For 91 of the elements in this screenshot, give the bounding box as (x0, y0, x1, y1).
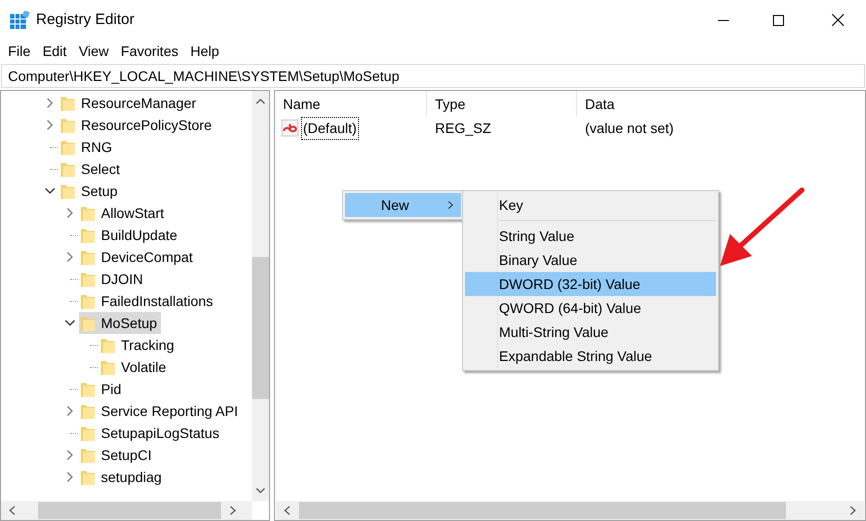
tree-item[interactable]: SetupCI (79, 444, 156, 466)
horizontal-scrollbar[interactable] (276, 501, 864, 520)
tree-item[interactable]: Pid (79, 378, 126, 400)
menu-item[interactable]: View (72, 40, 115, 62)
menu-item[interactable]: String Value (465, 224, 716, 248)
tree-item[interactable]: Service Reporting API (79, 400, 242, 422)
chevron-right-icon[interactable] (67, 406, 73, 416)
tree-item[interactable]: Tracking (99, 334, 178, 356)
close-icon (832, 14, 844, 26)
menu-item[interactable]: DWORD (32-bit) Value (465, 272, 716, 296)
tree-item[interactable]: setupdiag (79, 466, 166, 488)
folder-icon (81, 315, 95, 331)
menu-item[interactable]: Expandable String Value (465, 344, 716, 368)
chevron-right-icon[interactable] (67, 472, 73, 482)
folder-icon (61, 139, 75, 155)
menu-item[interactable]: New (345, 193, 461, 217)
table-cell-text: REG_SZ (434, 118, 492, 138)
scroll-down-icon (256, 488, 265, 493)
folder-icon (61, 161, 75, 177)
tree-connector (70, 234, 78, 236)
folder-icon (61, 183, 75, 199)
scrollbar-thumb[interactable] (299, 502, 786, 519)
chevron-right-icon[interactable] (67, 252, 73, 262)
table-cell: (Default) (301, 116, 359, 140)
maximize-icon (772, 14, 784, 26)
chevron-down-icon[interactable] (45, 188, 55, 194)
folder-icon (101, 337, 115, 353)
folder-icon (81, 447, 95, 463)
tree-item[interactable]: FailedInstallations (79, 290, 218, 312)
folder-icon (81, 293, 95, 309)
menu-item[interactable]: Edit (36, 40, 73, 62)
folder-icon (101, 359, 115, 375)
window-title: Registry Editor (36, 10, 134, 30)
folder-icon (61, 117, 75, 133)
menu-item[interactable]: Multi-String Value (465, 320, 716, 344)
folder-icon (81, 271, 95, 287)
scroll-left-icon (9, 506, 15, 515)
tree-connector (70, 432, 78, 434)
tree-connector (70, 388, 78, 390)
scroll-right-icon (850, 506, 856, 515)
tree-item[interactable]: Select (59, 158, 124, 180)
chevron-right-icon[interactable] (47, 98, 53, 108)
menu-item[interactable]: Favorites (114, 40, 184, 62)
tree-item[interactable]: BuildUpdate (79, 224, 182, 246)
vertical-scrollbar[interactable] (252, 91, 269, 501)
app-icon (10, 11, 30, 29)
chevron-down-icon[interactable] (65, 320, 75, 326)
folder-icon (81, 227, 95, 243)
tree-connector (50, 146, 58, 148)
chevron-right-icon[interactable] (67, 208, 73, 218)
tree-item[interactable]: ResourceManager (59, 92, 200, 114)
menu-item[interactable]: Help (184, 40, 226, 62)
string-value-icon (281, 119, 299, 137)
menu-item[interactable]: Binary Value (465, 248, 716, 272)
folder-icon (81, 403, 95, 419)
scrollbar-thumb[interactable] (38, 502, 221, 519)
scrollbar-thumb[interactable] (252, 257, 269, 399)
tree-item[interactable]: Setup (59, 180, 122, 202)
column-header[interactable]: Data (577, 91, 777, 117)
folder-icon (61, 95, 75, 111)
tree-connector (90, 366, 98, 368)
menu-item[interactable]: QWORD (64-bit) Value (465, 296, 716, 320)
tree-item[interactable]: AllowStart (79, 202, 168, 224)
table-cell-text: (value not set) (584, 118, 675, 138)
tree-connector (70, 300, 78, 302)
tree-item[interactable]: ResourcePolicyStore (59, 114, 216, 136)
tree-item[interactable]: DeviceCompat (79, 246, 197, 268)
menu-item[interactable]: File (2, 40, 37, 62)
scroll-left-icon (284, 506, 290, 515)
scroll-up-icon (256, 99, 265, 104)
menu-item[interactable]: Key (465, 193, 716, 217)
folder-icon (81, 469, 95, 485)
column-header[interactable]: Type (427, 91, 577, 117)
folder-icon (81, 425, 95, 441)
tree-connector (50, 168, 58, 170)
tree-connector (70, 278, 78, 280)
tree-connector (90, 344, 98, 346)
tree-item[interactable]: Volatile (99, 356, 170, 378)
horizontal-scrollbar[interactable] (1, 501, 252, 520)
chevron-right-icon[interactable] (67, 450, 73, 460)
folder-icon (81, 381, 95, 397)
folder-icon (81, 205, 95, 221)
tree-item[interactable]: MoSetup (79, 312, 162, 334)
column-header[interactable]: Name (275, 91, 427, 117)
folder-icon (81, 249, 95, 265)
address-field[interactable]: Computer\HKEY_LOCAL_MACHINE\SYSTEM\Setup\MoSetup (2, 65, 864, 87)
tree-item[interactable]: RNG (59, 136, 116, 158)
scroll-right-icon (230, 506, 236, 515)
tree-item[interactable]: DJOIN (79, 268, 147, 290)
tree-item[interactable]: SetupapiLogStatus (79, 422, 224, 444)
chevron-right-icon[interactable] (47, 120, 53, 130)
